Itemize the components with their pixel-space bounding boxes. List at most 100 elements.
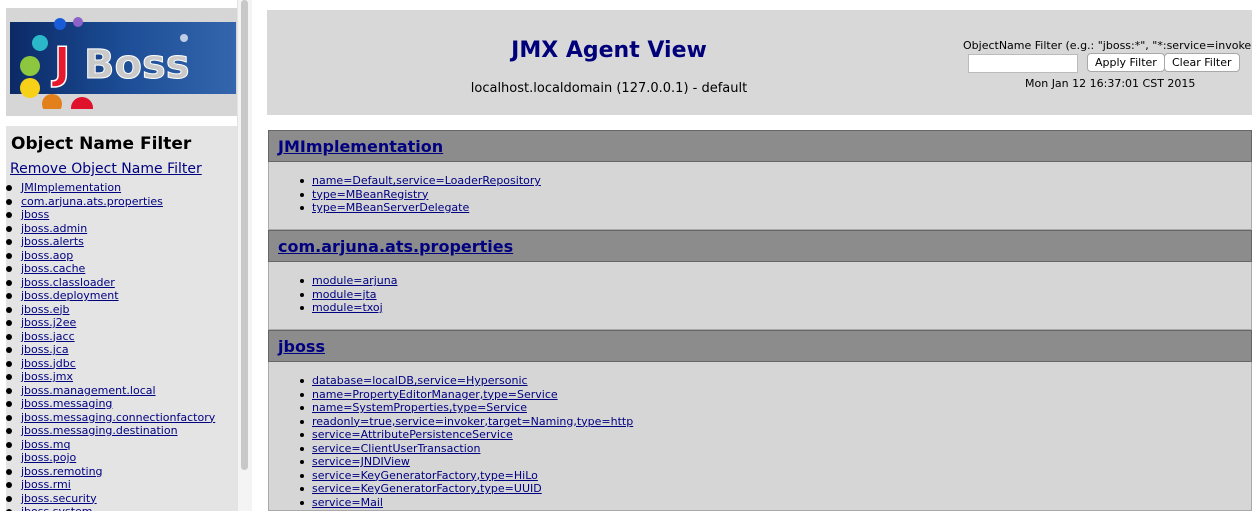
- domain-filter-link[interactable]: jboss.mq: [21, 438, 70, 451]
- domain-filter-link[interactable]: JMImplementation: [21, 181, 121, 194]
- frame-scrollbar[interactable]: [237, 0, 252, 511]
- domain-filter-link[interactable]: jboss.jacc: [21, 330, 75, 343]
- domain-filter-link[interactable]: jboss.remoting: [21, 465, 103, 478]
- domain-list-item: jboss.classloader: [6, 276, 215, 290]
- domain-list-item: com.arjuna.ats.properties: [6, 195, 215, 209]
- mbean-list: database=localDB,service=Hypersonic name=…: [300, 374, 633, 509]
- domain-link[interactable]: jboss: [278, 337, 325, 356]
- domain-list-item: jboss.rmi: [6, 478, 215, 492]
- objectname-filter-input[interactable]: [968, 54, 1078, 73]
- domain-list-item: jboss.system: [6, 505, 215, 511]
- domain-list-item: jboss.pojo: [6, 451, 215, 465]
- domain-header-jmimplementation: JMImplementation: [268, 130, 1252, 162]
- domain-body-jboss: database=localDB,service=Hypersonic name=…: [268, 362, 1252, 511]
- header: JMX Agent View localhost.localdomain (12…: [267, 10, 1252, 115]
- mbean-list-item: service=Mail: [300, 496, 633, 510]
- domain-list-item: jboss.messaging.connectionfactory: [6, 411, 215, 425]
- domain-filter-link[interactable]: jboss.j2ee: [21, 316, 76, 329]
- mbean-list-item: name=PropertyEditorManager,type=Service: [300, 388, 633, 402]
- mbean-list-item: type=MBeanRegistry: [300, 188, 541, 202]
- domain-list-item: jboss.jca: [6, 343, 215, 357]
- mbean-link[interactable]: type=MBeanServerDelegate: [312, 201, 469, 214]
- mbean-list-item: name=SystemProperties,type=Service: [300, 401, 633, 415]
- domain-filter-link[interactable]: jboss.classloader: [21, 276, 115, 289]
- mbean-link[interactable]: name=PropertyEditorManager,type=Service: [312, 388, 558, 401]
- domain-list-item: jboss.alerts: [6, 235, 215, 249]
- mbean-list-item: service=ClientUserTransaction: [300, 442, 633, 456]
- domain-list-item: jboss.cache: [6, 262, 215, 276]
- domain-filter-link[interactable]: jboss.ejb: [21, 303, 70, 316]
- svg-text:J: J: [51, 38, 70, 89]
- remove-filter-link[interactable]: Remove Object Name Filter: [10, 161, 202, 177]
- filter-hint: ObjectName Filter (e.g.: "jboss:*", "*:s…: [963, 39, 1252, 52]
- domain-header-com-arjuna-ats-properties: com.arjuna.ats.properties: [268, 230, 1252, 262]
- mbean-list-item: module=arjuna: [300, 274, 397, 288]
- domain-list-item: jboss.deployment: [6, 289, 215, 303]
- domain-filter-link[interactable]: jboss.management.local: [21, 384, 156, 397]
- mbean-link[interactable]: name=Default,service=LoaderRepository: [312, 174, 541, 187]
- mbean-link[interactable]: module=txoj: [312, 301, 383, 314]
- domain-filter-link[interactable]: jboss.deployment: [21, 289, 119, 302]
- domain-list-item: jboss.ejb: [6, 303, 215, 317]
- domain-list-item: jboss.jdbc: [6, 357, 215, 371]
- svg-text:Boss: Boss: [84, 42, 190, 88]
- mbean-list-item: type=MBeanServerDelegate: [300, 201, 541, 215]
- mbean-link[interactable]: type=MBeanRegistry: [312, 188, 428, 201]
- domain-link[interactable]: com.arjuna.ats.properties: [278, 237, 513, 256]
- mbean-link[interactable]: service=KeyGeneratorFactory,type=HiLo: [312, 469, 538, 482]
- domain-list-item: jboss.management.local: [6, 384, 215, 398]
- domain-filter-link[interactable]: com.arjuna.ats.properties: [21, 195, 163, 208]
- mbean-list: name=Default,service=LoaderRepository typ…: [300, 174, 541, 215]
- mbean-link[interactable]: service=KeyGeneratorFactory,type=UUID: [312, 482, 542, 495]
- domain-list-item: jboss.jmx: [6, 370, 215, 384]
- mbean-list-item: service=AttributePersistenceService: [300, 428, 633, 442]
- mbean-link[interactable]: service=AttributePersistenceService: [312, 428, 513, 441]
- mbean-link[interactable]: readonly=true,service=invoker,target=Nam…: [312, 415, 633, 428]
- mbean-list-item: service=JNDIView: [300, 455, 633, 469]
- mbean-list-item: database=localDB,service=Hypersonic: [300, 374, 633, 388]
- mbean-link[interactable]: service=Mail: [312, 496, 383, 509]
- domain-list-item: jboss.mq: [6, 438, 215, 452]
- mbean-list: module=arjuna module=jta module=txoj: [300, 274, 397, 315]
- domain-filter-link[interactable]: jboss.messaging.connectionfactory: [21, 411, 215, 424]
- mbean-link[interactable]: module=arjuna: [312, 274, 397, 287]
- mbean-list-item: name=Default,service=LoaderRepository: [300, 174, 541, 188]
- domain-filter-link[interactable]: jboss.rmi: [21, 478, 71, 491]
- apply-filter-button[interactable]: Apply Filter: [1087, 53, 1165, 72]
- domain-filter-link[interactable]: jboss.system: [21, 505, 93, 511]
- mbean-link[interactable]: database=localDB,service=Hypersonic: [312, 374, 528, 387]
- mbean-list-item: service=KeyGeneratorFactory,type=UUID: [300, 482, 633, 496]
- domain-filter-link[interactable]: jboss.pojo: [21, 451, 76, 464]
- domain-list-item: jboss.j2ee: [6, 316, 215, 330]
- domain-filter-link[interactable]: jboss.cache: [21, 262, 85, 275]
- domain-filter-link[interactable]: jboss.jmx: [21, 370, 73, 383]
- domain-filter-link[interactable]: jboss.messaging.destination: [21, 424, 178, 437]
- jboss-logo: J Boss: [10, 17, 236, 109]
- domain-filter-link[interactable]: jboss.alerts: [21, 235, 84, 248]
- mbean-list-item: service=KeyGeneratorFactory,type=HiLo: [300, 469, 633, 483]
- domain-filter-link[interactable]: jboss.admin: [21, 222, 87, 235]
- domain-header-jboss: jboss: [268, 330, 1252, 362]
- domain-list: JMImplementation com.arjuna.ats.propertie…: [6, 181, 215, 511]
- domain-list-item: jboss: [6, 208, 215, 222]
- domain-list-item: jboss.aop: [6, 249, 215, 263]
- object-name-filter-panel: Object Name Filter Remove Object Name Fi…: [6, 126, 237, 511]
- domain-list-item: jboss.admin: [6, 222, 215, 236]
- domain-filter-link[interactable]: jboss.aop: [21, 249, 73, 262]
- mbean-link[interactable]: module=jta: [312, 288, 377, 301]
- domain-link[interactable]: JMImplementation: [278, 137, 443, 156]
- domain-filter-link[interactable]: jboss.jca: [21, 343, 69, 356]
- page-title: JMX Agent View: [511, 38, 707, 63]
- mbean-link[interactable]: service=ClientUserTransaction: [312, 442, 480, 455]
- domain-list-item: jboss.security: [6, 492, 215, 506]
- domain-filter-link[interactable]: jboss.jdbc: [21, 357, 76, 370]
- domain-filter-link[interactable]: jboss.security: [21, 492, 97, 505]
- mbean-link[interactable]: name=SystemProperties,type=Service: [312, 401, 527, 414]
- clear-filter-button[interactable]: Clear Filter: [1164, 53, 1240, 72]
- domain-filter-link[interactable]: jboss: [21, 208, 49, 221]
- logo-box: J Boss: [6, 8, 237, 116]
- domain-body-jmimplementation: name=Default,service=LoaderRepository typ…: [268, 162, 1252, 230]
- domain-filter-link[interactable]: jboss.messaging: [21, 397, 112, 410]
- scrollbar-thumb[interactable]: [241, 0, 248, 470]
- mbean-link[interactable]: service=JNDIView: [312, 455, 410, 468]
